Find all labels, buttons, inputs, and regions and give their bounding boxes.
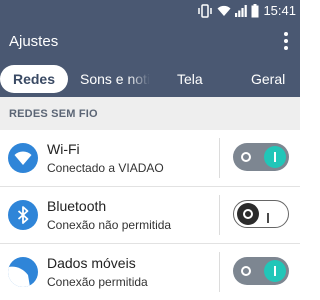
section-title: REDES SEM FIO: [9, 108, 98, 120]
divider: [219, 138, 220, 178]
status-bar: 15:41: [0, 0, 300, 22]
toggle-on-mark: [267, 213, 269, 223]
mobile-data-toggle[interactable]: [233, 257, 289, 285]
tab-fade: [128, 61, 150, 97]
bluetooth-toggle[interactable]: [233, 200, 289, 228]
app-bar: Ajustes: [0, 22, 300, 61]
more-vert-icon[interactable]: [280, 31, 292, 51]
wifi-subtitle: Conectado a VIADAO: [47, 161, 164, 175]
page-title: Ajustes: [9, 33, 59, 50]
wifi-icon: [217, 5, 231, 16]
wifi-title: Wi-Fi: [47, 141, 80, 157]
bluetooth-row[interactable]: Bluetooth Conexão não permitida: [0, 187, 300, 244]
toggle-knob: [264, 260, 286, 282]
tab-tela[interactable]: Tela: [177, 65, 203, 93]
wifi-toggle[interactable]: [233, 143, 289, 171]
status-icons: 15:41: [197, 3, 296, 19]
mobile-data-title: Dados móveis: [47, 255, 136, 271]
divider: [219, 252, 220, 292]
section-header: REDES SEM FIO: [0, 97, 300, 130]
mobile-data-icon: [8, 257, 38, 287]
bluetooth-icon: [8, 200, 38, 230]
wifi-icon: [8, 143, 38, 173]
toggle-off-mark: [241, 152, 251, 162]
toggle-knob: [264, 146, 286, 168]
tab-geral[interactable]: Geral: [251, 65, 285, 93]
mobile-data-subtitle: Conexão permitida: [47, 275, 148, 289]
divider: [219, 195, 220, 235]
vibrate-icon: [198, 4, 213, 18]
signal-icon: [235, 5, 248, 17]
mobile-data-row[interactable]: Dados móveis Conexão permitida: [0, 244, 300, 300]
bluetooth-subtitle: Conexão não permitida: [47, 218, 172, 232]
tab-redes[interactable]: Redes: [0, 65, 68, 93]
wifi-row[interactable]: Wi-Fi Conectado a VIADAO: [0, 130, 300, 187]
toggle-knob: [237, 202, 259, 225]
toggle-off-mark: [241, 266, 251, 276]
tab-bar: Redes Sons e notificações Tela Geral: [0, 61, 300, 97]
battery-icon: [251, 4, 259, 18]
status-time: 15:41: [263, 3, 296, 18]
bluetooth-title: Bluetooth: [47, 198, 107, 214]
